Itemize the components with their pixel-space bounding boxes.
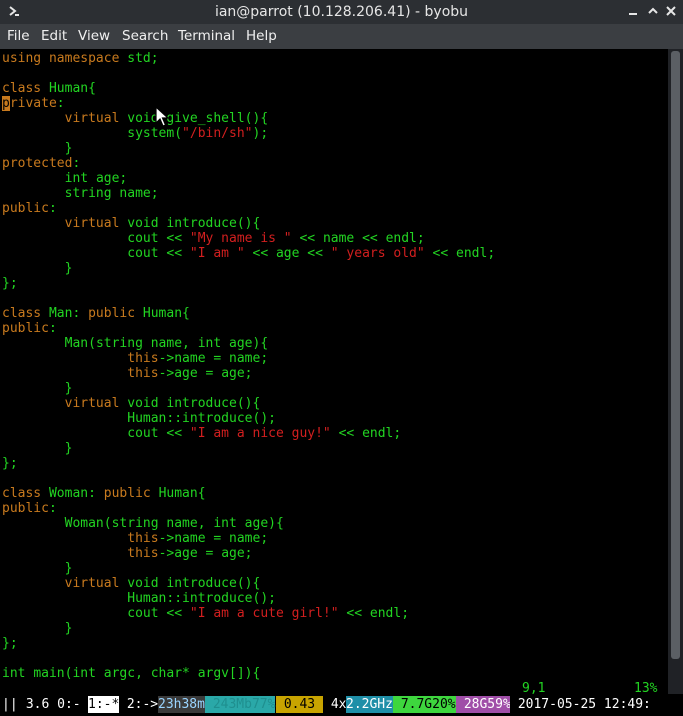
code-line: cout << "My name is " << name << endl; <box>127 231 425 246</box>
code-line: }; <box>2 456 18 471</box>
code-line: } <box>64 381 73 396</box>
terminal-window: ian@parrot (10.128.206.41) - byobu File … <box>0 0 683 716</box>
minimize-icon[interactable] <box>625 4 641 20</box>
mouse-pointer-icon <box>155 106 170 127</box>
title-bar[interactable]: ian@parrot (10.128.206.41) - byobu <box>0 0 683 24</box>
byobu-segment: || <box>2 696 18 713</box>
byobu-segment: 0.43 <box>276 696 323 713</box>
code-line: class Man: public Human{ <box>2 306 190 321</box>
code-line: Human::introduce(); <box>127 411 276 426</box>
code-line: virtual void give_shell(){ <box>64 111 269 126</box>
code-line: public: <box>2 321 57 336</box>
close-icon[interactable] <box>663 4 679 20</box>
code-line: } <box>64 561 73 576</box>
byobu-segment: 2.2GHz <box>346 696 393 713</box>
byobu-segment: 243Mb77% <box>205 696 276 713</box>
menu-edit[interactable]: Edit <box>39 24 69 48</box>
code-line: this->age = age; <box>127 366 253 381</box>
code-line: class Woman: public Human{ <box>2 486 206 501</box>
code-line: virtual void introduce(){ <box>64 216 261 231</box>
menu-bar: File Edit View Search Terminal Help <box>0 24 683 49</box>
byobu-segment: 28G59% <box>456 696 511 713</box>
code-line: Man(string name, int age){ <box>64 336 269 351</box>
menu-file[interactable]: File <box>5 24 32 48</box>
code-line: } <box>64 261 73 276</box>
byobu-segment: 1:-* <box>88 696 120 713</box>
code-line: class Human{ <box>2 81 96 96</box>
code-line: Human::introduce(); <box>127 591 276 606</box>
byobu-segment: 4x <box>323 696 347 713</box>
code-line: cout << "I am a nice guy!" << endl; <box>127 426 402 441</box>
code-line: cout << "I am " << age << " years old" <… <box>127 246 496 261</box>
code-line: system("/bin/sh"); <box>127 126 269 141</box>
code-line: virtual void introduce(){ <box>64 396 261 411</box>
code-line: using namespace std; <box>2 51 159 66</box>
code-line: public: <box>2 201 57 216</box>
code-line: int main(int argc, char* argv[]){ <box>2 666 261 681</box>
byobu-segment: 23h38m <box>158 696 205 713</box>
code-line: } <box>64 621 73 636</box>
code-line: } <box>64 141 73 156</box>
menu-terminal[interactable]: Terminal <box>176 24 237 48</box>
scrollbar[interactable] <box>668 49 683 694</box>
code-line: this->name = name; <box>127 351 269 366</box>
code-line: }; <box>2 636 18 651</box>
code-line: cout << "I am a cute girl!" << endl; <box>127 606 410 621</box>
code-line: public: <box>2 501 57 516</box>
code-line: string name; <box>64 186 159 201</box>
code-line: protected: <box>2 156 81 171</box>
byobu-segment: 7.7G20% <box>393 696 456 713</box>
terminal-content[interactable]: using namespace std; class Human{private:… <box>0 49 668 696</box>
menu-help[interactable]: Help <box>244 24 279 48</box>
code-line: Woman(string name, int age){ <box>64 516 284 531</box>
window-title: ian@parrot (10.128.206.41) - byobu <box>214 4 469 20</box>
text-cursor: p <box>2 96 10 111</box>
maximize-icon[interactable] <box>645 4 661 20</box>
code-line: }; <box>2 276 18 291</box>
scrollbar-thumb[interactable] <box>671 51 680 659</box>
code-line: virtual void introduce(){ <box>64 576 261 591</box>
code-line: private: <box>2 96 65 111</box>
menu-search[interactable]: Search <box>120 24 170 48</box>
code-line: int age; <box>64 171 128 186</box>
code-line: this->name = name; <box>127 531 269 546</box>
byobu-segment: 3.6 0:- <box>18 696 89 713</box>
code-line: } <box>64 441 73 456</box>
code-line: this->age = age; <box>127 546 253 561</box>
byobu-segment: 2:-> <box>119 696 159 713</box>
byobu-segment: 2017-05-25 12:49: <box>510 696 651 713</box>
byobu-status-bar: || 3.6 0:- 1:-* 2:-> 23h38m 243Mb77% 0.43… <box>0 694 683 716</box>
menu-view[interactable]: View <box>76 24 112 48</box>
